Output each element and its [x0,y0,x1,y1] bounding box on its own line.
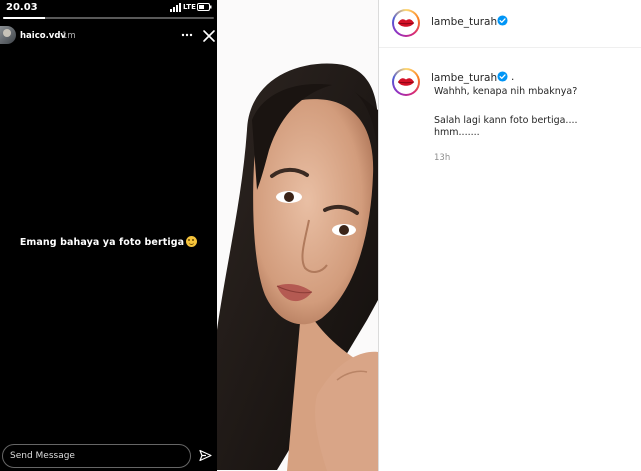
paper-plane-icon[interactable] [199,449,212,462]
comments-panel: lambe_turah lambe_turah . Wahhh, kenapa … [378,0,641,471]
story-caption: Emang bahaya ya foto bertiga [0,236,217,248]
status-bar: 20.03 LTE [0,0,217,16]
comment-suffix: . [511,71,515,83]
grinning-face-emoji-icon [186,236,198,247]
story-username[interactable]: haico.vdv [20,31,66,41]
verified-badge-icon [497,15,508,26]
post-author-avatar[interactable] [392,9,420,37]
story-caption-text: Emang bahaya ya foto bertiga [19,237,185,248]
story-progress-bar [3,17,214,19]
network-type: LTE [183,3,196,11]
comment-text-line: Wahhh, kenapa nih mbaknya? [434,86,578,97]
story-panel: 20.03 LTE haico.vdv 1m Emang bahaya ya f… [0,0,217,471]
post-photo [217,0,378,471]
red-lips-icon [397,19,415,27]
comment-text-line: Salah lagi kann foto bertiga.... [434,115,578,126]
send-message-input[interactable] [2,444,191,468]
post-header: lambe_turah [379,0,641,48]
comment-timestamp: 13h [434,153,451,163]
comment-author-avatar[interactable] [392,68,420,96]
battery-icon [197,3,212,11]
story-progress-fill [3,17,46,19]
red-lips-icon [397,78,415,86]
post-author-username[interactable]: lambe_turah [431,16,497,28]
close-icon[interactable] [202,29,216,43]
status-time: 20.03 [6,2,38,13]
signal-bars-icon [170,3,181,12]
story-user-avatar[interactable] [0,26,16,44]
story-age: 1m [62,31,76,41]
verified-badge-icon [497,71,508,82]
more-horizontal-icon[interactable] [180,28,194,42]
comment-author-username[interactable]: lambe_turah [431,72,497,84]
portrait-photo [217,63,378,471]
comment-text-line: hmm....... [434,127,480,138]
